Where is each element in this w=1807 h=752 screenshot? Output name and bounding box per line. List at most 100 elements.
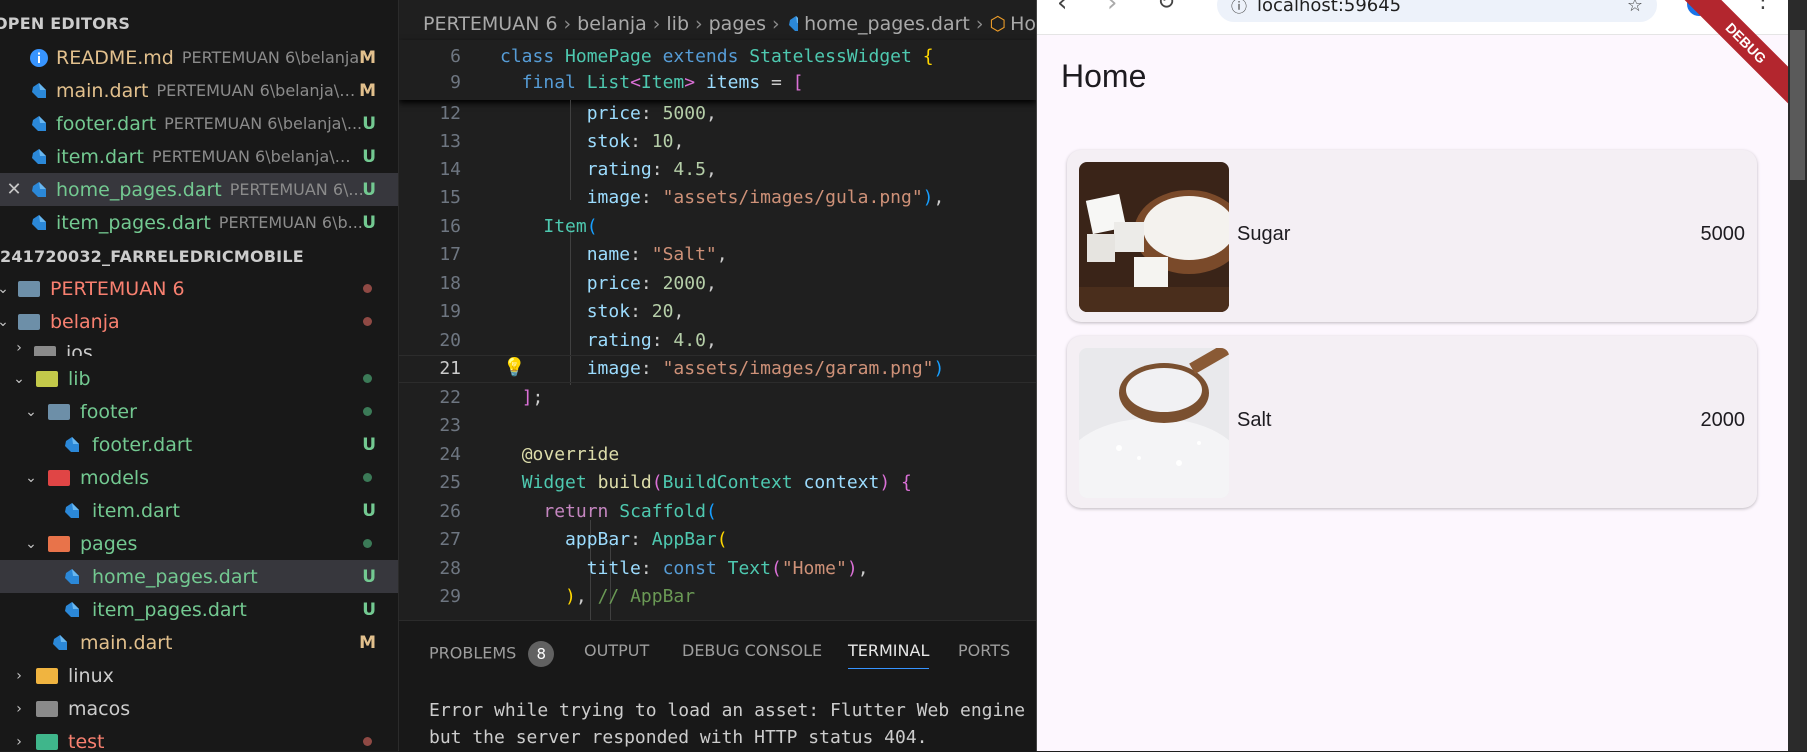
tab-ports[interactable]: PORTS [958, 641, 1010, 660]
tree-file-item-dart[interactable]: item.dart U [0, 494, 398, 527]
file-name: footer.dart [56, 112, 157, 135]
item-name: Salt [1237, 409, 1272, 431]
terminal-line: Error while trying to load an asset: Flu… [429, 700, 1026, 721]
chevron-down-icon: ⌄ [0, 281, 12, 297]
tab-debug-console[interactable]: DEBUG CONSOLE [682, 641, 822, 660]
open-editor-readme[interactable]: README.md PERTEMUAN 6\belanja M [0, 41, 398, 74]
sugar-image [1079, 162, 1229, 312]
dart-icon [28, 179, 50, 201]
dart-icon [65, 568, 79, 584]
folder-icon [48, 535, 70, 552]
item-card[interactable]: Sugar 5000 [1067, 150, 1757, 322]
tree-folder-ios[interactable]: › ios [0, 338, 398, 356]
terminal-line: but the server responded with HTTP statu… [429, 727, 928, 748]
tree-file-home-pages-dart[interactable]: home_pages.dart U [0, 560, 398, 593]
reload-icon[interactable]: ↻ [1157, 0, 1175, 15]
file-name: item.dart [56, 145, 144, 168]
file-path: PERTEMUAN 6\b... [218, 213, 363, 232]
tree-label: belanja [50, 310, 120, 333]
forward-icon[interactable]: › [1107, 0, 1117, 18]
tree-label: ios [66, 342, 93, 356]
breadcrumb-item[interactable]: lib [666, 13, 689, 35]
app-bar-title: Home [1061, 58, 1147, 94]
tree-folder-footer[interactable]: ⌄ footer [0, 395, 398, 428]
file-path: PERTEMUAN 6\... [229, 180, 364, 199]
file-path: PERTEMUAN 6\belanja\li... [151, 147, 352, 166]
file-name: item_pages.dart [56, 211, 211, 234]
menu-icon[interactable]: ⋮ [1752, 0, 1774, 13]
status-dot [363, 317, 372, 326]
site-info-icon[interactable]: ⓘ [1231, 0, 1247, 17]
item-price: 5000 [1700, 223, 1746, 245]
lightbulb-icon[interactable]: 💡 [503, 357, 525, 378]
git-badge: U [362, 500, 376, 521]
folder-icon [36, 733, 58, 750]
tree-label: models [80, 466, 150, 489]
git-badge: M [359, 47, 376, 68]
tab-terminal[interactable]: TERMINAL [848, 641, 930, 669]
tree-folder-lib[interactable]: ⌄ lib [0, 362, 398, 395]
open-editor-item-pages[interactable]: item_pages.dart PERTEMUAN 6\b... U [0, 206, 398, 239]
open-editor-item[interactable]: item.dart PERTEMUAN 6\belanja\li... U [0, 140, 398, 173]
tree-label: macos [68, 697, 131, 720]
scrollbar-thumb[interactable] [1790, 30, 1805, 180]
breadcrumb-item[interactable]: pages [709, 13, 766, 35]
address-bar[interactable]: ⓘ localhost:59645 ☆ [1217, 0, 1657, 22]
tree-folder-linux[interactable]: › linux [0, 659, 398, 692]
back-icon[interactable]: ‹ [1057, 0, 1067, 18]
explorer-sidebar: OPEN EDITORS README.md PERTEMUAN 6\belan… [0, 0, 399, 751]
breadcrumb-item[interactable]: home_pages.dart [804, 13, 970, 35]
tree-label: test [68, 730, 105, 752]
browser-window: ‹ › ↻ ⓘ localhost:59645 ☆ ⋮ Home DEBUG S… [1036, 0, 1789, 751]
tree-folder-belanja[interactable]: ⌄ belanja [0, 305, 398, 338]
workspace-header[interactable]: 241720032_FARRELEDRICMOBILE [0, 247, 304, 266]
folder-icon [18, 313, 40, 330]
open-editors-header[interactable]: OPEN EDITORS [0, 14, 130, 33]
folder-icon [48, 403, 70, 420]
file-name: README.md [56, 46, 174, 69]
close-icon[interactable]: ✕ [0, 179, 28, 200]
open-editor-home-pages[interactable]: ✕ home_pages.dart PERTEMUAN 6\... U [0, 173, 398, 206]
status-dot [363, 374, 372, 383]
tree-label: linux [68, 664, 114, 687]
tab-output[interactable]: OUTPUT [584, 641, 649, 660]
item-price: 2000 [1700, 409, 1746, 431]
git-badge: M [359, 80, 376, 101]
dart-icon [53, 634, 67, 650]
breadcrumb-item[interactable]: PERTEMUAN 6 [423, 13, 558, 35]
breadcrumb-item[interactable]: belanja [577, 13, 647, 35]
star-icon[interactable]: ☆ [1627, 0, 1643, 16]
info-icon [28, 47, 50, 69]
code-editor[interactable]: PERTEMUAN 6 › belanja › lib › pages › home_p… [399, 0, 1036, 620]
git-badge: U [362, 113, 376, 134]
tree-folder-pertemuan6[interactable]: ⌄ PERTEMUAN 6 [0, 272, 398, 305]
breadcrumb-item[interactable]: Ho [1010, 13, 1036, 35]
tree-folder-models[interactable]: ⌄ models [0, 461, 398, 494]
tree-label: footer [80, 400, 137, 423]
git-badge: U [362, 179, 376, 200]
open-editor-main[interactable]: main.dart PERTEMUAN 6\belanja\lib M [0, 74, 398, 107]
status-dot [363, 473, 372, 482]
file-name: home_pages.dart [56, 178, 222, 201]
file-path: PERTEMUAN 6\belanja [181, 48, 360, 67]
file-name: main.dart [56, 79, 149, 102]
tree-label: lib [68, 367, 91, 390]
class-symbol-icon: ⬡ [989, 13, 1007, 35]
tree-folder-macos[interactable]: › macos [0, 692, 398, 725]
file-path: PERTEMUAN 6\belanja\lib [156, 81, 357, 100]
item-card[interactable]: Salt 2000 [1067, 336, 1757, 508]
tree-file-item-pages-dart[interactable]: item_pages.dart U [0, 593, 398, 626]
tree-folder-test[interactable]: › test [0, 725, 398, 751]
dart-icon [28, 146, 50, 168]
window-scrollbar[interactable] [1788, 0, 1807, 751]
tree-label: footer.dart [92, 433, 193, 456]
status-dot [363, 407, 372, 416]
tree-file-main-dart[interactable]: main.dart M [0, 626, 398, 659]
salt-image [1079, 348, 1229, 498]
status-dot [363, 539, 372, 548]
tree-folder-pages[interactable]: ⌄ pages [0, 527, 398, 560]
tab-problems[interactable]: PROBLEMS 8 [429, 641, 555, 667]
tree-file-footer-dart[interactable]: footer.dart U [0, 428, 398, 461]
chevron-down-icon: ⌄ [25, 535, 37, 552]
open-editor-footer[interactable]: footer.dart PERTEMUAN 6\belanja\... U [0, 107, 398, 140]
